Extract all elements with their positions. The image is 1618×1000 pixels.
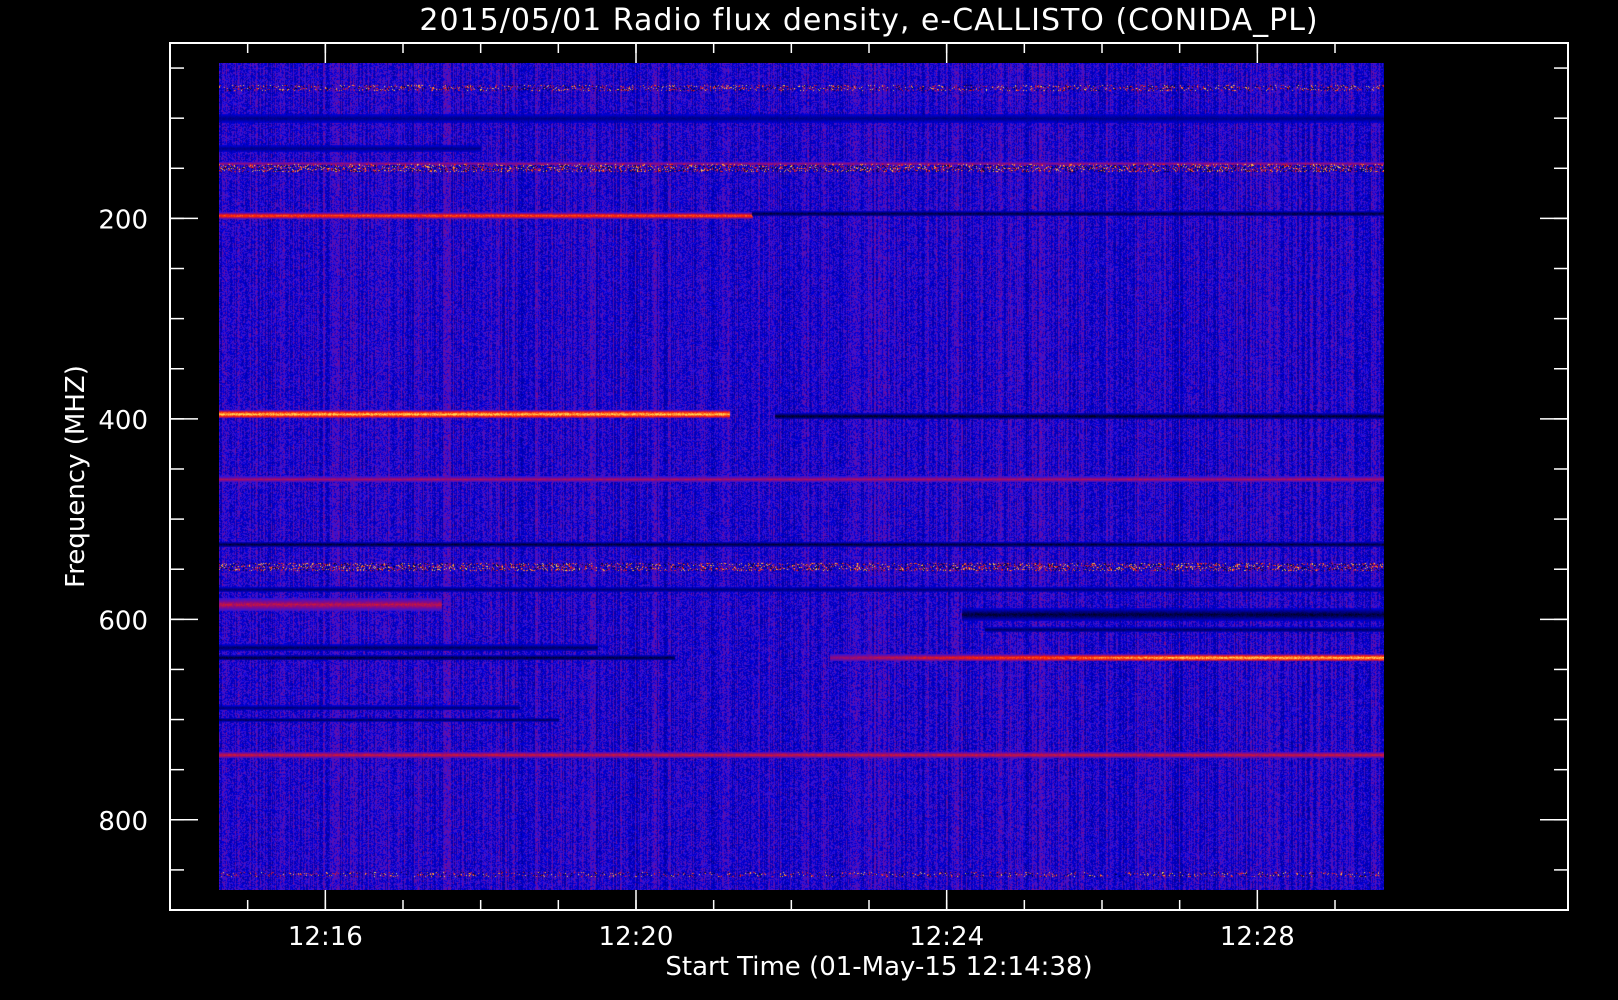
spectrogram-heatmap	[219, 63, 1384, 890]
y-axis-label: Frequency (MHZ)	[61, 365, 91, 588]
y-tick-label: 200	[98, 205, 148, 235]
heatmap-layer	[219, 63, 1384, 890]
x-tick-label: 12:28	[1220, 922, 1295, 952]
spectrogram-chart: 12:16 12:20 12:24 12:28 200 400 600 800 2015/05…	[0, 0, 1618, 1000]
chart-title: 2015/05/01 Radio flux density, e-CALLIST…	[419, 3, 1318, 38]
x-tick-label: 12:24	[909, 922, 984, 952]
x-axis-label: Start Time (01-May-15 12:14:38)	[665, 952, 1092, 982]
y-tick-label: 600	[98, 606, 148, 636]
x-tick-label: 12:16	[288, 922, 363, 952]
y-tick-label: 800	[98, 807, 148, 837]
y-tick-label: 400	[98, 406, 148, 436]
x-tick-label: 12:20	[599, 922, 674, 952]
